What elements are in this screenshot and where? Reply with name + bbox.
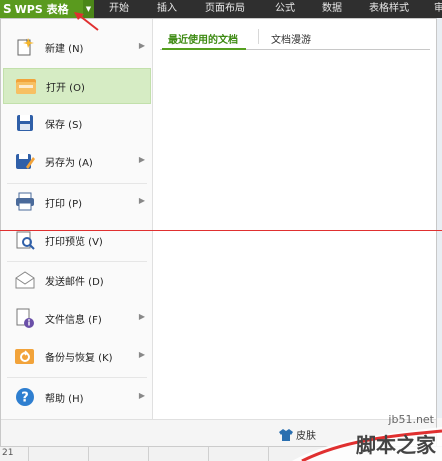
tab-review[interactable]: 审 [434, 0, 442, 18]
menu-item-label: 另存为 (A) [45, 157, 93, 169]
active-tab-indicator [162, 48, 246, 50]
mail-icon [13, 268, 37, 292]
screen: S WPS 表格 ▼ 开始 插入 页面布局 公式 数据 表格样式 审 21 新建… [0, 0, 442, 461]
tab-page-layout[interactable]: 页面布局 [205, 0, 245, 18]
menu-item-print[interactable]: 打印 (P) ▶ [3, 184, 151, 220]
menu-item-save[interactable]: 保存 (S) [3, 105, 151, 141]
menu-item-backup-restore[interactable]: 备份与恢复 (K) ▶ [3, 338, 151, 374]
menu-item-label: 保存 (S) [45, 119, 83, 131]
chevron-right-icon: ▶ [138, 155, 145, 164]
save-icon [13, 111, 37, 135]
print-icon [13, 190, 37, 214]
cell-divider [208, 447, 209, 461]
menu-item-label: 打印预览 (V) [45, 236, 103, 248]
cell-divider [88, 447, 89, 461]
folder-open-icon [14, 74, 38, 98]
shirt-icon [279, 428, 293, 441]
chevron-right-icon: ▶ [138, 41, 145, 50]
chevron-right-icon: ▶ [138, 350, 145, 359]
tab-recent-documents[interactable]: 最近使用的文档 [168, 31, 238, 46]
chevron-right-icon: ▶ [138, 196, 145, 205]
menu-item-new[interactable]: 新建 (N) ▶ [3, 29, 151, 65]
menu-item-send-mail[interactable]: 发送邮件 (D) [3, 262, 151, 298]
menu-item-open[interactable]: 打开 (O) [3, 68, 151, 104]
tab-document-roaming[interactable]: 文档漫游 [271, 31, 311, 46]
menu-item-label: 帮助 (H) [45, 393, 84, 405]
title-bar: S WPS 表格 ▼ 开始 插入 页面布局 公式 数据 表格样式 审 [0, 0, 442, 18]
tab-table-style[interactable]: 表格样式 [369, 0, 409, 18]
svg-text:?: ? [21, 391, 29, 406]
menu-item-save-as[interactable]: 另存为 (A) ▶ [3, 143, 151, 179]
menu-item-label: 打印 (P) [45, 198, 83, 210]
watermark-name: 脚本之家 [356, 433, 436, 457]
new-icon [13, 35, 37, 59]
tab-home[interactable]: 开始 [109, 0, 129, 18]
tab-data[interactable]: 数据 [322, 0, 342, 18]
file-info-icon [13, 306, 37, 330]
print-preview-icon [13, 228, 37, 252]
menu-item-label: 备份与恢复 (K) [45, 352, 113, 364]
tab-divider [258, 29, 259, 44]
menu-item-label: 新建 (N) [45, 43, 84, 55]
menu-item-file-info[interactable]: 文件信息 (F) ▶ [3, 300, 151, 336]
menu-command-list: 新建 (N) ▶ 打开 (O) 保存 (S) 另存为 (A) ▶ 打印 (P) … [1, 19, 153, 419]
app-title: WPS 表格 [14, 3, 69, 16]
watermark-url: jb51.net [388, 413, 434, 426]
backup-icon [13, 344, 37, 368]
chevron-right-icon: ▶ [138, 312, 145, 321]
help-icon: ? [13, 385, 37, 409]
menu-separator [7, 377, 147, 378]
menu-item-label: 发送邮件 (D) [45, 276, 104, 288]
file-menu: 新建 (N) ▶ 打开 (O) 保存 (S) 另存为 (A) ▶ 打印 (P) … [0, 18, 437, 446]
row-number: 21 [2, 448, 14, 458]
cell-divider [268, 447, 269, 461]
annotation-arrow-icon [74, 12, 99, 31]
recent-documents-panel: 最近使用的文档 文档漫游 [154, 19, 436, 419]
chevron-right-icon: ▶ [138, 391, 145, 400]
menu-item-label: 文件信息 (F) [45, 314, 102, 326]
cell-divider [148, 447, 149, 461]
save-as-icon [13, 149, 37, 173]
menu-item-print-preview[interactable]: 打印预览 (V) [3, 222, 151, 258]
wps-logo-icon: S [3, 2, 12, 16]
watermark: jb51.net 脚本之家 [292, 399, 442, 461]
annotation-line [0, 230, 442, 231]
cell-divider [28, 447, 29, 461]
tab-insert[interactable]: 插入 [157, 0, 177, 18]
menu-item-help[interactable]: ? 帮助 (H) ▶ [3, 379, 151, 415]
tab-formulas[interactable]: 公式 [275, 0, 295, 18]
menu-item-label: 打开 (O) [46, 82, 85, 94]
